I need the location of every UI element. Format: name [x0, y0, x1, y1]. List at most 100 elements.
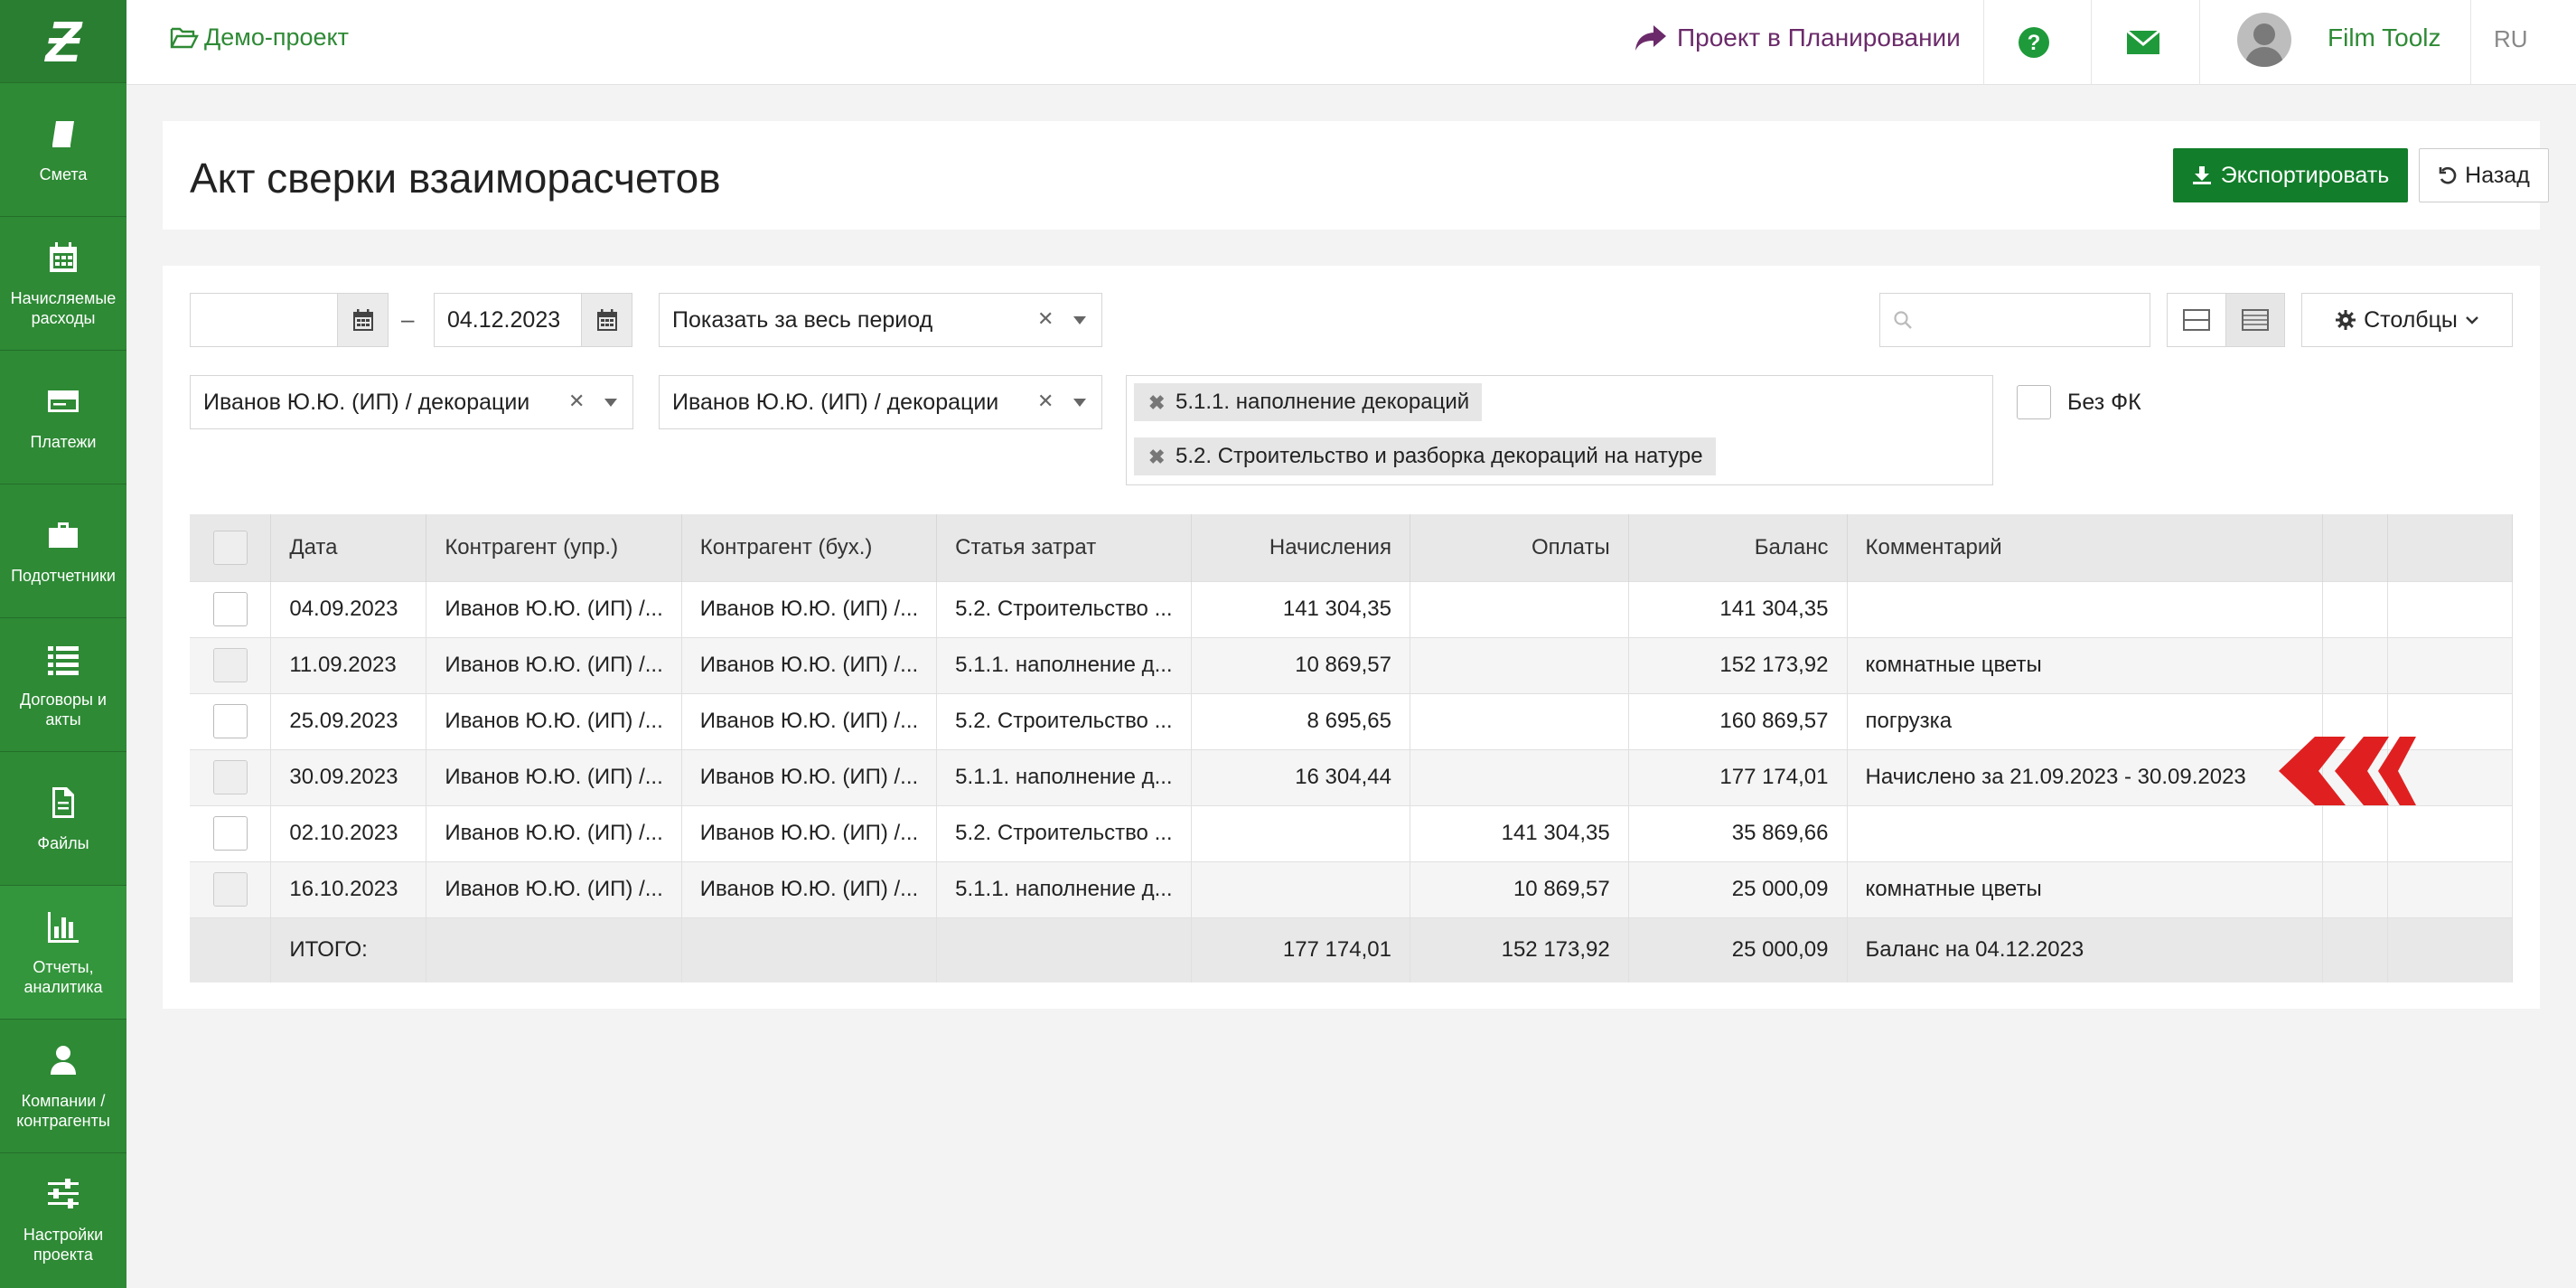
cell-comment: погрузка: [1847, 692, 2324, 749]
download-icon: [2192, 166, 2211, 184]
dropdown-arrow-icon[interactable]: [1073, 316, 1086, 324]
col-balance[interactable]: Баланс: [1628, 514, 1848, 581]
app-logo[interactable]: Ƶ: [0, 0, 126, 83]
dropdown-arrow-icon[interactable]: [604, 399, 617, 407]
col-cost-item[interactable]: Статья затрат: [936, 514, 1193, 581]
col-date[interactable]: Дата: [270, 514, 427, 581]
topbar: Демо-проект Проект в Планировании ? Film…: [126, 0, 2576, 85]
sidebar-item-contracts[interactable]: Договоры и акты: [0, 618, 126, 752]
sidebar-item-reports[interactable]: Отчеты, аналитика: [0, 886, 126, 1020]
row-checkbox[interactable]: [212, 760, 248, 794]
period-select[interactable]: Показать за весь период ✕: [659, 293, 1102, 347]
date-to-field[interactable]: 04.12.2023: [434, 293, 632, 347]
cell-date: 11.09.2023: [270, 636, 427, 693]
view-compact-button[interactable]: [2167, 293, 2226, 347]
row-select-cell: [190, 636, 272, 693]
col-accruals[interactable]: Начисления: [1191, 514, 1410, 581]
clear-icon[interactable]: ✕: [1037, 390, 1054, 413]
cost-items-multiselect[interactable]: ✖ 5.1.1. наполнение декораций ✖ 5.2. Стр…: [1126, 375, 1993, 485]
row-checkbox[interactable]: [212, 592, 248, 626]
cell-contractor-acc: Иванов Ю.Ю. (ИП) /...: [681, 860, 938, 917]
cell-extra: [2322, 804, 2389, 861]
cell-extra: [2387, 804, 2513, 861]
clear-icon[interactable]: ✕: [1037, 307, 1054, 331]
sidebar-item-label: Смета: [39, 165, 88, 183]
remove-tag-icon[interactable]: ✖: [1148, 391, 1165, 415]
help-icon[interactable]: ?: [2017, 25, 2051, 60]
export-button[interactable]: Экспортировать: [2173, 148, 2408, 202]
clear-icon[interactable]: ✕: [568, 390, 585, 413]
cell-contractor-mgmt: Иванов Ю.Ю. (ИП) /...: [426, 636, 682, 693]
total-payments: 152 173,92: [1410, 917, 1629, 982]
table-row[interactable]: 04.09.2023 Иванов Ю.Ю. (ИП) /... Иванов Ю.…: [190, 580, 2513, 637]
col-contractor-acc[interactable]: Контрагент (бух.): [681, 514, 938, 581]
date-from-calendar-button[interactable]: [337, 294, 388, 346]
columns-button[interactable]: Столбцы: [2301, 293, 2513, 347]
total-label: ИТОГО:: [270, 917, 427, 982]
total-select-cell: [190, 917, 272, 982]
table-row[interactable]: 02.10.2023 Иванов Ю.Ю. (ИП) /... Иванов Ю.…: [190, 804, 2513, 861]
sidebar-item-settings[interactable]: Настройки проекта: [0, 1153, 126, 1287]
cell-contractor-acc: Иванов Ю.Ю. (ИП) /...: [681, 580, 938, 637]
sidebar-item-payments[interactable]: Платежи: [0, 351, 126, 484]
table-row[interactable]: 25.09.2023 Иванов Ю.Ю. (ИП) /... Иванов Ю.…: [190, 692, 2513, 749]
sidebar-item-label: Компании / контрагенты: [16, 1091, 110, 1130]
cell-date: 16.10.2023: [270, 860, 427, 917]
sidebar-item-accountables[interactable]: Подотчетники: [0, 484, 126, 618]
row-checkbox[interactable]: [212, 704, 248, 738]
cell-accruals: [1191, 860, 1410, 917]
cell-contractor-acc: Иванов Ю.Ю. (ИП) /...: [681, 748, 938, 805]
sidebar-item-accruals[interactable]: Начисляемые расходы: [0, 217, 126, 351]
cell-cost-item: 5.1.1. наполнение д...: [936, 860, 1193, 917]
remove-tag-icon[interactable]: ✖: [1148, 446, 1165, 469]
table-row[interactable]: 11.09.2023 Иванов Ю.Ю. (ИП) /... Иванов Ю.…: [190, 636, 2513, 693]
row-checkbox[interactable]: [212, 648, 248, 682]
cell-cost-item: 5.1.1. наполнение д...: [936, 636, 1193, 693]
sidebar-item-estimate[interactable]: Смета: [0, 83, 126, 217]
no-fk-checkbox[interactable]: [2017, 385, 2051, 419]
sidebar-item-files[interactable]: Файлы: [0, 752, 126, 886]
sidebar-item-companies[interactable]: Компании / контрагенты: [0, 1020, 126, 1153]
mail-icon[interactable]: [2125, 25, 2161, 60]
cell-contractor-mgmt: Иванов Ю.Ю. (ИП) /...: [426, 804, 682, 861]
cell-date: 25.09.2023: [270, 692, 427, 749]
project-status: Проект в Планировании: [1677, 24, 1961, 52]
cell-extra: [2322, 917, 2389, 982]
cell-comment: [1847, 580, 2324, 637]
col-contractor-mgmt[interactable]: Контрагент (упр.): [426, 514, 682, 581]
date-range-dash: –: [401, 306, 415, 333]
cell-accruals: [1191, 804, 1410, 861]
view-detailed-button[interactable]: [2225, 293, 2285, 347]
project-link[interactable]: Демо-проект: [170, 24, 349, 52]
row-checkbox[interactable]: [212, 816, 248, 851]
cell-cost-item: 5.2. Строительство ...: [936, 580, 1193, 637]
table-row[interactable]: 30.09.2023 Иванов Ю.Ю. (ИП) /... Иванов Ю.…: [190, 748, 2513, 805]
cell-contractor-acc: Иванов Ю.Ю. (ИП) /...: [681, 804, 938, 861]
col-payments[interactable]: Оплаты: [1410, 514, 1629, 581]
cell-balance: 152 173,92: [1628, 636, 1848, 693]
language-switch[interactable]: RU: [2494, 25, 2528, 53]
contractor-acc-select[interactable]: Иванов Ю.Ю. (ИП) / декорации ✕: [659, 375, 1102, 429]
back-button[interactable]: Назад: [2419, 148, 2549, 202]
search-icon: [1894, 311, 1912, 329]
date-from-field[interactable]: [190, 293, 389, 347]
project-status-link[interactable]: Проект в Планировании: [1634, 24, 1961, 52]
avatar[interactable]: [2237, 13, 2291, 67]
cell-extra: [2322, 580, 2389, 637]
search-input[interactable]: [1879, 293, 2150, 347]
row-checkbox[interactable]: [212, 872, 248, 907]
date-to-calendar-button[interactable]: [581, 294, 632, 346]
dropdown-arrow-icon[interactable]: [1073, 399, 1086, 407]
sidebar-item-label: Отчеты, аналитика: [23, 957, 103, 996]
row-select-cell: [190, 860, 272, 917]
contractor-mgmt-select[interactable]: Иванов Ю.Ю. (ИП) / декорации ✕: [190, 375, 633, 429]
cell-payments: [1410, 692, 1629, 749]
user-icon: [51, 1045, 76, 1075]
cell-comment: [1847, 804, 2324, 861]
svg-text:?: ?: [2028, 31, 2041, 55]
table-row[interactable]: 16.10.2023 Иванов Ю.Ю. (ИП) /... Иванов Ю.…: [190, 860, 2513, 917]
col-comment[interactable]: Комментарий: [1847, 514, 2324, 581]
user-name[interactable]: Film Toolz: [2328, 24, 2441, 52]
select-all-checkbox[interactable]: [212, 530, 248, 565]
chevron-down-icon: [2466, 316, 2478, 324]
